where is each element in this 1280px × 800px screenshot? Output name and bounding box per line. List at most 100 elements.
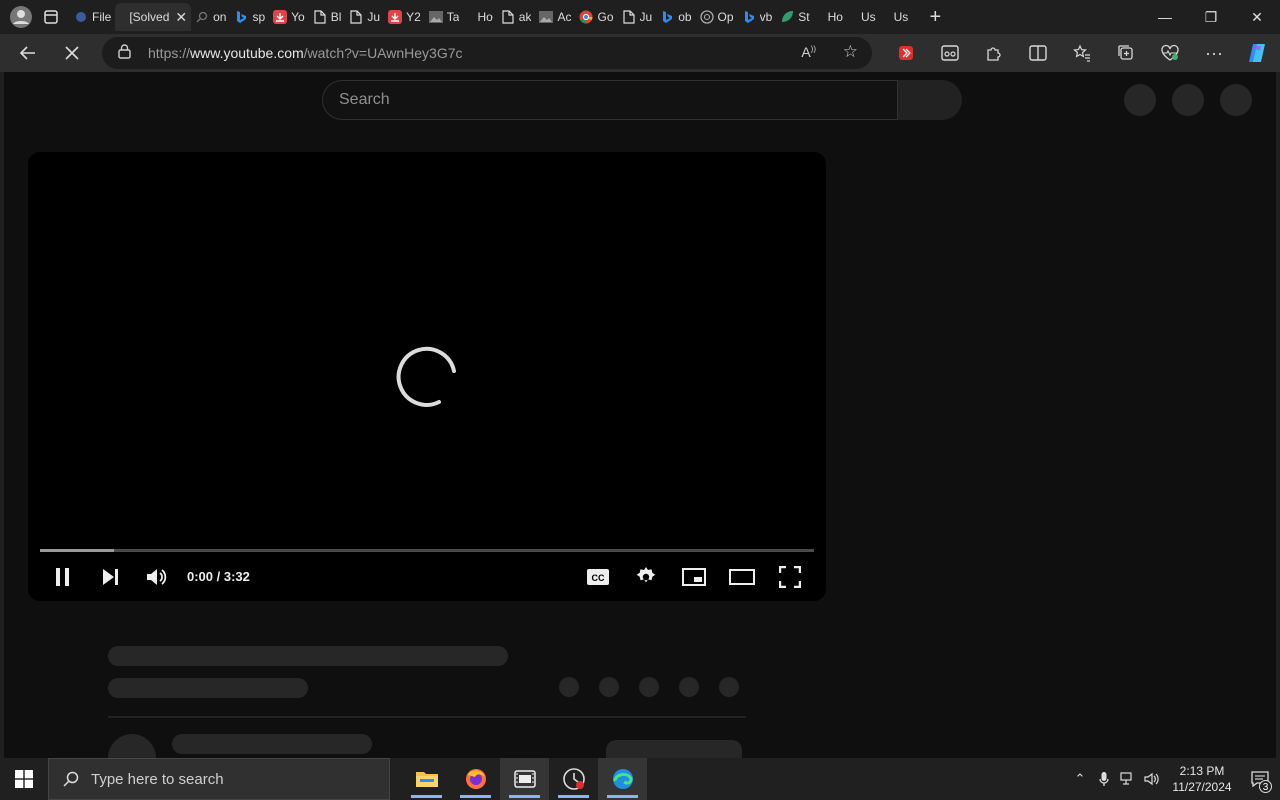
tab-favicon-icon xyxy=(818,10,824,24)
tab-label: sp xyxy=(252,10,266,24)
tab-label: Ac xyxy=(557,10,572,24)
stop-loading-button[interactable] xyxy=(52,37,92,69)
browser-tab[interactable]: File xyxy=(70,3,115,31)
extension-red-icon[interactable] xyxy=(884,37,928,69)
screen-recorder-icon[interactable] xyxy=(549,758,598,800)
back-button[interactable] xyxy=(8,37,48,69)
profile-avatar-icon[interactable] xyxy=(6,2,36,32)
next-button[interactable] xyxy=(90,561,130,593)
loading-spinner-icon xyxy=(396,346,456,407)
tab-favicon-icon xyxy=(851,10,857,24)
browser-tab[interactable]: on xyxy=(191,3,230,31)
tab-label: Yo xyxy=(291,10,305,24)
progress-bar[interactable] xyxy=(40,549,814,552)
tab-favicon-icon xyxy=(884,10,890,24)
tab-label: Ju xyxy=(367,10,381,24)
browser-tab[interactable]: vb xyxy=(738,3,777,31)
volume-icon[interactable] xyxy=(1140,772,1164,786)
favorite-star-icon[interactable]: ☆ xyxy=(843,42,858,62)
youtube-search-box[interactable] xyxy=(322,80,898,120)
youtube-search-button[interactable] xyxy=(898,80,962,120)
browser-tab[interactable]: Us xyxy=(880,3,913,31)
tab-label: File xyxy=(92,10,112,24)
placeholder-create-icon[interactable] xyxy=(1124,84,1156,116)
extensions-puzzle-icon[interactable] xyxy=(972,37,1016,69)
split-screen-icon[interactable] xyxy=(1016,37,1060,69)
placeholder-avatar[interactable] xyxy=(1220,84,1252,116)
browser-tab[interactable]: Ju xyxy=(618,3,657,31)
captions-button[interactable]: CC xyxy=(578,561,618,593)
tab-favicon-icon xyxy=(660,10,674,24)
browser-tab[interactable]: Us xyxy=(847,3,880,31)
browser-tab[interactable]: sp xyxy=(230,3,269,31)
action-skeleton xyxy=(559,677,579,697)
settings-gear-icon[interactable] xyxy=(626,561,666,593)
close-window-button[interactable]: ✕ xyxy=(1234,0,1280,34)
browser-tab[interactable]: ob xyxy=(656,3,695,31)
progress-buffer xyxy=(40,549,114,552)
youtube-search-input[interactable] xyxy=(339,91,897,109)
read-aloud-icon[interactable]: A)) xyxy=(801,44,816,60)
pause-button[interactable] xyxy=(43,561,83,593)
browser-tab[interactable]: Ac xyxy=(535,3,575,31)
tab-label: ob xyxy=(678,10,692,24)
copilot-icon[interactable] xyxy=(1236,37,1280,69)
network-icon[interactable] xyxy=(1116,772,1140,786)
new-tab-button[interactable]: + xyxy=(920,2,950,32)
show-hidden-icons[interactable]: ⌃ xyxy=(1068,771,1092,787)
tab-label: vb xyxy=(759,10,773,24)
tab-label: ak xyxy=(518,10,532,24)
action-skeleton xyxy=(599,677,619,697)
volume-button[interactable] xyxy=(137,561,177,593)
firefox-icon[interactable] xyxy=(451,758,500,800)
fullscreen-button[interactable] xyxy=(770,561,810,593)
browser-tab[interactable]: Op xyxy=(696,3,738,31)
browser-tab[interactable]: Ho xyxy=(814,3,847,31)
start-button[interactable] xyxy=(0,758,48,800)
browser-tab[interactable]: [Solved] ✕ xyxy=(115,3,192,31)
browser-tab[interactable]: Yo xyxy=(269,3,309,31)
video-editor-icon[interactable] xyxy=(500,758,549,800)
browser-tab[interactable]: St xyxy=(776,3,813,31)
close-tab-icon[interactable]: ✕ xyxy=(175,9,187,26)
browser-tab[interactable]: Bl xyxy=(309,3,346,31)
address-bar[interactable]: https://www.youtube.com/watch?v=UAwnHey3… xyxy=(102,37,872,69)
favorites-icon[interactable] xyxy=(1060,37,1104,69)
restore-button[interactable]: ❐ xyxy=(1188,0,1234,34)
minimize-button[interactable]: — xyxy=(1142,0,1188,34)
browser-tab[interactable]: Ju xyxy=(345,3,384,31)
browser-tab[interactable]: ak xyxy=(497,3,536,31)
lock-icon[interactable] xyxy=(118,44,134,62)
edge-browser-icon[interactable] xyxy=(598,758,647,800)
tab-favicon-icon xyxy=(539,10,554,24)
tab-list: File [Solved] ✕ on sp Yo Bl Ju Y2 Ta Ho ak Ac Go Ju ob O… xyxy=(70,0,912,34)
action-skeleton xyxy=(719,677,739,697)
microphone-icon[interactable] xyxy=(1092,771,1116,787)
browser-tab[interactable]: Y2 xyxy=(384,3,425,31)
browser-tab[interactable]: Ho xyxy=(463,3,496,31)
clock[interactable]: 2:13 PM 11/27/2024 xyxy=(1164,763,1240,795)
browser-tab[interactable]: Go xyxy=(575,3,617,31)
svg-text:CC: CC xyxy=(592,573,605,583)
collections-icon[interactable] xyxy=(1104,37,1148,69)
miniplayer-button[interactable] xyxy=(674,561,714,593)
app-available-icon[interactable] xyxy=(928,37,972,69)
tab-favicon-icon xyxy=(273,10,288,24)
browser-tab[interactable]: Ta xyxy=(425,3,464,31)
performance-heart-icon[interactable] xyxy=(1148,37,1192,69)
taskbar-search-box[interactable]: Type here to search xyxy=(48,758,390,800)
divider-skeleton xyxy=(108,716,746,718)
placeholder-notifications-icon[interactable] xyxy=(1172,84,1204,116)
theater-mode-button[interactable] xyxy=(722,561,762,593)
notifications-icon[interactable]: 3 xyxy=(1240,771,1280,793)
more-options-icon[interactable]: ··· xyxy=(1192,37,1236,69)
button-skeleton xyxy=(606,740,742,758)
video-player[interactable]: 0:00 / 3:32 CC xyxy=(28,152,826,601)
channel-skeleton xyxy=(108,678,308,698)
file-explorer-icon[interactable] xyxy=(402,758,451,800)
tab-actions-icon[interactable] xyxy=(36,2,66,32)
tab-label: Ho xyxy=(477,10,493,24)
url-text[interactable]: https://www.youtube.com/watch?v=UAwnHey3… xyxy=(148,45,463,61)
tab-favicon-icon xyxy=(622,10,636,24)
tab-favicon-icon xyxy=(501,10,515,24)
